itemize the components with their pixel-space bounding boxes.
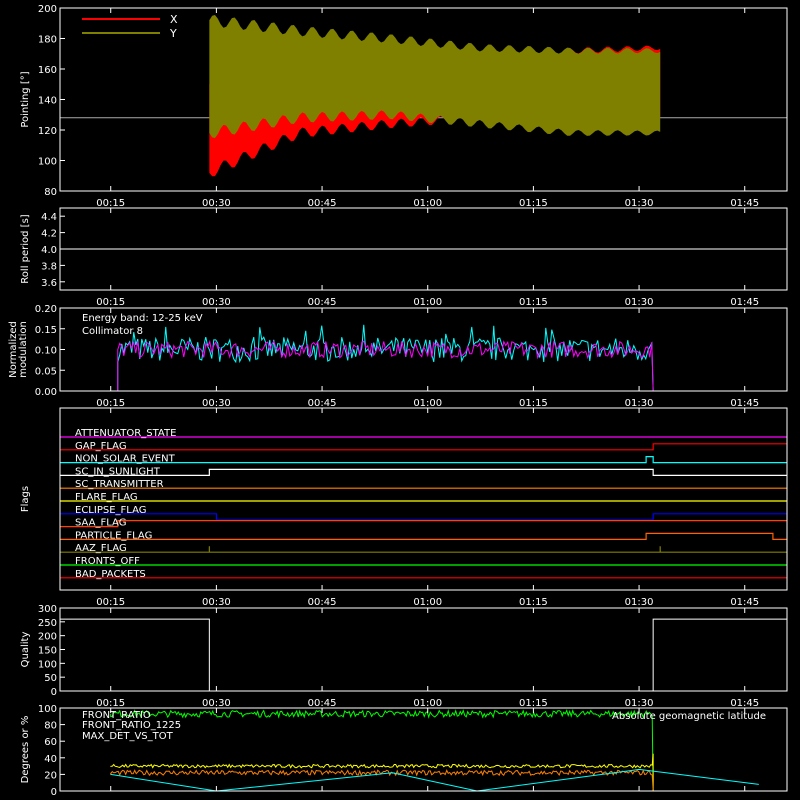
flag-label-non_solar_event: NON_SOLAR_EVENT	[75, 454, 176, 465]
pointing-xtick-label: 00:30	[202, 198, 231, 209]
ratios-ylabel: Degrees or %	[20, 716, 31, 784]
pointing-xtick-label: 01:30	[625, 198, 654, 209]
flag-label-aaz_flag: AAZ_FLAG	[75, 543, 127, 554]
pointing-ytick-label: 80	[44, 187, 57, 198]
flags-xtick-label: 01:15	[519, 597, 548, 608]
flag-label-gap_flag: GAP_FLAG	[75, 441, 127, 452]
quality-ytick-label: 50	[44, 673, 57, 684]
roll-ytick-label: 3.6	[41, 278, 57, 289]
flag-label-flare_flag: FLARE_FLAG	[75, 492, 138, 503]
roll-ylabel: Roll period [s]	[20, 214, 31, 283]
ratio-legend-front_ratio_1225: FRONT_RATIO_1225	[82, 720, 181, 731]
flag-label-eclipse_flag: ECLIPSE_FLAG	[75, 505, 146, 516]
modulation-ytick-label: 0.05	[35, 366, 57, 377]
pointing-xtick-label: 01:15	[519, 198, 548, 209]
modulation-xtick-label: 00:15	[96, 398, 125, 409]
modulation-xtick-label: 00:45	[308, 398, 337, 409]
ratio-legend-geomag: Absolute geomagnetic latitude	[612, 711, 766, 722]
ratios-ytick-label: 20	[44, 770, 57, 781]
ratios-ytick-label: 60	[44, 737, 57, 748]
roll-ytick-label: 4.4	[41, 212, 57, 223]
flag-label-saa_flag: SAA_FLAG	[75, 518, 126, 529]
pointing-xtick-label: 01:00	[413, 198, 442, 209]
modulation-ytick-label: 0.20	[35, 304, 57, 315]
pointing-ytick-label: 180	[38, 35, 57, 46]
modulation-annotation-band: Energy band: 12-25 keV	[82, 313, 203, 324]
quality-ytick-label: 0	[51, 687, 57, 698]
quality-ytick-label: 200	[38, 632, 57, 643]
flags-xtick-label: 00:15	[96, 597, 125, 608]
modulation-xtick-label: 01:15	[519, 398, 548, 409]
modulation-xtick-label: 01:00	[413, 398, 442, 409]
roll-ytick-label: 4.2	[41, 229, 57, 240]
flags-xtick-label: 01:45	[730, 597, 759, 608]
pointing-ytick-label: 140	[38, 96, 57, 107]
quality-xtick-label: 00:30	[202, 698, 231, 709]
quality-xtick-label: 01:00	[413, 698, 442, 709]
flags-xtick-label: 01:00	[413, 597, 442, 608]
flag-label-fronts_off: FRONTS_OFF	[75, 556, 140, 567]
quality-ytick-label: 150	[38, 646, 57, 657]
quality-ytick-label: 300	[38, 604, 57, 615]
flag-label-sc_in_sunlight: SC_IN_SUNLIGHT	[75, 466, 161, 477]
roll-xtick-label: 00:45	[308, 297, 337, 308]
roll-xtick-label: 00:15	[96, 297, 125, 308]
roll-xtick-label: 01:45	[730, 297, 759, 308]
flag-label-sc_transmitter: SC_TRANSMITTER	[75, 479, 164, 490]
quality-ytick-label: 100	[38, 659, 57, 670]
pointing-xtick-label: 00:45	[308, 198, 337, 209]
modulation-ytick-label: 0.00	[35, 387, 57, 398]
ratio-legend-max_det_vs_tot: MAX_DET_VS_TOT	[82, 731, 174, 742]
roll-ytick-label: 4.0	[41, 245, 57, 256]
pointing-xtick-label: 01:45	[730, 198, 759, 209]
quality-ytick-label: 250	[38, 618, 57, 629]
flags-ylabel: Flags	[20, 486, 31, 512]
pointing-ytick-label: 160	[38, 65, 57, 76]
modulation-xtick-label: 01:45	[730, 398, 759, 409]
flags-xtick-label: 01:30	[625, 597, 654, 608]
ratios-ytick-label: 80	[44, 721, 57, 732]
modulation-ylabel: modulation	[18, 321, 29, 378]
roll-xtick-label: 00:30	[202, 297, 231, 308]
quality-xtick-label: 01:30	[625, 698, 654, 709]
pointing-ylabel: Pointing [°]	[20, 71, 31, 127]
legend-label-x: X	[170, 13, 178, 26]
chart-figure: 00:15 00:30 00:45 01:00 01:15 01:30 01:45 80 100…	[0, 0, 800, 800]
flag-label-attenuator_state: ATTENUATOR_STATE	[75, 428, 176, 439]
pointing-ytick-label: 200	[38, 4, 57, 15]
modulation-xtick-label: 01:30	[625, 398, 654, 409]
ratios-ytick-label: 40	[44, 754, 57, 765]
pointing-ytick-label: 120	[38, 126, 57, 137]
modulation-ytick-label: 0.15	[35, 325, 57, 336]
ratios-ytick-label: 0	[51, 787, 57, 798]
roll-ytick-label: 3.8	[41, 261, 57, 272]
modulation-xtick-label: 00:30	[202, 398, 231, 409]
modulation-ytick-label: 0.10	[35, 346, 57, 357]
flag-label-bad_packets: BAD_PACKETS	[75, 569, 146, 580]
quality-xtick-label: 00:15	[96, 698, 125, 709]
pointing-ytick-label: 100	[38, 157, 57, 168]
quality-xtick-label: 00:45	[308, 698, 337, 709]
flag-label-particle_flag: PARTICLE_FLAG	[75, 530, 152, 541]
roll-xtick-label: 01:00	[413, 297, 442, 308]
quality-ylabel: Quality	[20, 632, 31, 668]
flags-xtick-label: 00:45	[308, 597, 337, 608]
quality-xtick-label: 01:15	[519, 698, 548, 709]
legend-label-y: Y	[169, 27, 177, 40]
roll-xtick-label: 01:15	[519, 297, 548, 308]
modulation-annotation-collimator: Collimator 8	[82, 326, 143, 337]
pointing-xtick-label: 00:15	[96, 198, 125, 209]
flags-xtick-label: 00:30	[202, 597, 231, 608]
roll-xtick-label: 01:30	[625, 297, 654, 308]
ratios-ytick-label: 100	[38, 704, 57, 715]
quality-xtick-label: 01:45	[730, 698, 759, 709]
